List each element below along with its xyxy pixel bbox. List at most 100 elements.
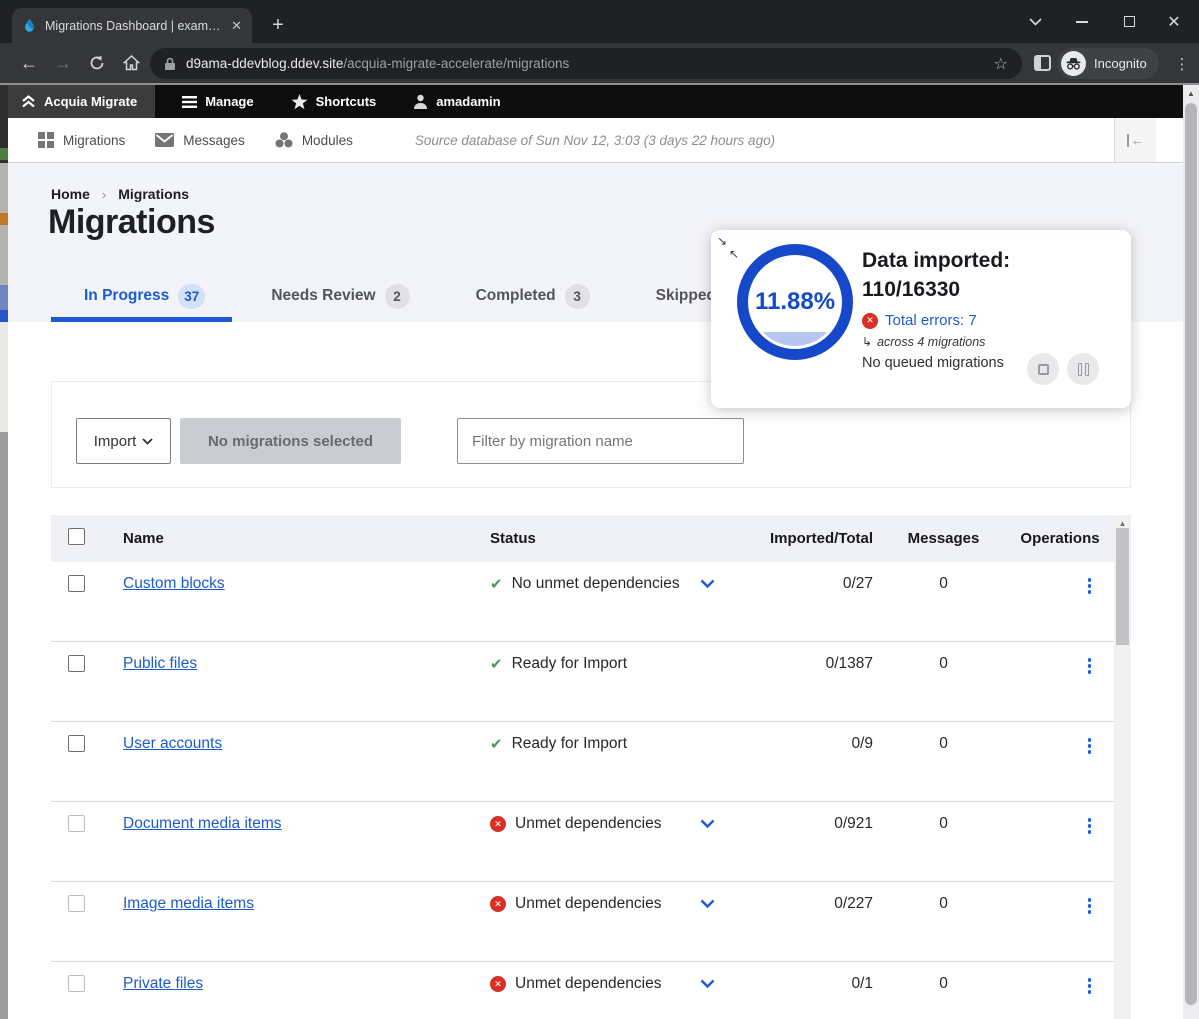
toolbar-item-manage[interactable]: Manage: [172, 94, 263, 109]
pause-import-button[interactable]: [1067, 353, 1099, 385]
row-checkbox[interactable]: [68, 895, 85, 912]
no-migrations-selected-button: No migrations selected: [180, 418, 401, 464]
status-chevron-icon[interactable]: [700, 899, 715, 909]
toolbar-item-modules[interactable]: Modules: [275, 132, 353, 148]
imported-total-cell: 0/9: [741, 735, 881, 753]
tab-close-icon[interactable]: ✕: [231, 18, 242, 34]
header-messages: Messages: [881, 530, 1006, 547]
star-icon: [291, 94, 308, 110]
row-checkbox[interactable]: [68, 815, 85, 832]
migration-name-link[interactable]: Private files: [123, 975, 203, 992]
status-label: Unmet dependencies: [515, 975, 662, 993]
status-ok-icon: ✔: [490, 735, 503, 753]
row-checkbox[interactable]: [68, 575, 85, 592]
row-checkbox[interactable]: [68, 655, 85, 672]
scrollbar-up-arrow-icon[interactable]: ▲: [1114, 519, 1131, 528]
table-row: Private files ✔ ✕ Unmet dependencies 0/1…: [51, 962, 1114, 1019]
tab-count-badge: 3: [565, 284, 590, 309]
row-operations-menu[interactable]: [1085, 815, 1095, 837]
row-operations-menu[interactable]: [1085, 575, 1095, 597]
stop-import-button[interactable]: [1027, 353, 1059, 385]
imported-total-cell: 0/1: [741, 975, 881, 993]
table-scrollbar[interactable]: ▲: [1114, 515, 1131, 1019]
table-row: Image media items ✔ ✕ Unmet dependencies…: [51, 882, 1114, 962]
select-all-checkbox[interactable]: [68, 528, 85, 545]
toolbar-item-migrations[interactable]: Migrations: [38, 132, 125, 148]
incognito-label: Incognito: [1094, 56, 1147, 71]
migration-name-link[interactable]: User accounts: [123, 735, 222, 752]
status-chevron-icon[interactable]: [700, 979, 715, 989]
new-tab-button[interactable]: +: [264, 11, 292, 39]
tab-label: Completed: [476, 287, 556, 305]
table-row: User accounts ✔ ✕ Ready for Import 0/9 0: [51, 722, 1114, 802]
forward-button[interactable]: →: [46, 46, 80, 80]
total-errors-link[interactable]: Total errors: 7: [885, 312, 977, 329]
bookmark-star-icon[interactable]: ☆: [994, 54, 1008, 74]
table-scrollbar-thumb[interactable]: [1116, 528, 1129, 645]
window-maximize-button[interactable]: [1107, 0, 1151, 43]
table-row: Custom blocks ✔ ✕ No unmet dependencies …: [51, 562, 1114, 642]
migration-name-link[interactable]: Custom blocks: [123, 575, 225, 592]
status-chevron-icon[interactable]: [700, 579, 715, 589]
window-minimize-button[interactable]: [1060, 0, 1104, 43]
tab-label: Skipped: [656, 287, 716, 305]
tab-completed[interactable]: Completed 3: [443, 274, 623, 318]
window-close-button[interactable]: ✕: [1152, 0, 1196, 43]
tab-title: Migrations Dashboard | example: [45, 19, 223, 33]
reload-button[interactable]: [80, 46, 114, 80]
status-label: No unmet dependencies: [512, 575, 680, 593]
url-text: d9ama-ddevblog.ddev.site/acquia-migrate-…: [186, 56, 984, 71]
migration-tabs: In Progress 37 Needs Review 2 Completed …: [51, 274, 783, 318]
migration-name-link[interactable]: Image media items: [123, 895, 254, 912]
error-icon: ✕: [862, 313, 878, 329]
row-operations-menu[interactable]: [1085, 655, 1095, 677]
filter-input[interactable]: [457, 418, 744, 464]
row-checkbox[interactable]: [68, 975, 85, 992]
home-button[interactable]: [114, 46, 148, 80]
side-panel-icon[interactable]: [1034, 55, 1051, 71]
toolbar-item-user[interactable]: amadamin: [403, 94, 510, 109]
tab-label: Needs Review: [271, 287, 375, 305]
acquia-migrate-brand[interactable]: Acquia Migrate: [8, 85, 155, 118]
page-title: Migrations: [48, 203, 215, 242]
table-row: Public files ✔ ✕ Ready for Import 0/1387…: [51, 642, 1114, 722]
browser-menu-icon[interactable]: ⋮: [1168, 48, 1196, 79]
row-checkbox[interactable]: [68, 735, 85, 752]
back-button[interactable]: ←: [12, 46, 46, 80]
messages-cell: 0: [881, 655, 1006, 673]
progress-ring: 11.88%: [737, 244, 853, 360]
row-operations-menu[interactable]: [1085, 895, 1095, 917]
status-chevron-icon[interactable]: [700, 819, 715, 829]
url-bar[interactable]: d9ama-ddevblog.ddev.site/acquia-migrate-…: [150, 48, 1022, 79]
messages-cell: 0: [881, 975, 1006, 993]
status-ok-icon: ✔: [490, 655, 503, 673]
collapse-arrow-icon: ←: [1131, 133, 1145, 147]
grid-icon: [38, 132, 54, 148]
tab-label: In Progress: [84, 287, 169, 305]
scrollbar-up-arrow-icon[interactable]: ▲: [1183, 89, 1199, 98]
import-dropdown-button[interactable]: Import: [76, 418, 171, 464]
background-window-sliver: [0, 285, 8, 310]
breadcrumb-current: Migrations: [118, 186, 189, 202]
collapse-card-icon[interactable]: ↖: [729, 248, 739, 260]
collapse-card-icon[interactable]: ↘: [717, 235, 727, 247]
toolbar-item-shortcuts[interactable]: Shortcuts: [281, 94, 387, 110]
row-operations-menu[interactable]: [1085, 975, 1095, 997]
drupal-admin-toolbar: Acquia Migrate Manage Shortcuts amadamin: [8, 85, 1183, 118]
breadcrumb-home-link[interactable]: Home: [51, 186, 90, 202]
tab-search-chevron-icon[interactable]: [1013, 0, 1057, 43]
page-scrollbar-thumb[interactable]: [1185, 103, 1197, 1005]
row-operations-menu[interactable]: [1085, 735, 1095, 757]
migration-name-link[interactable]: Public files: [123, 655, 197, 672]
toolbar-collapse-button[interactable]: ←: [1114, 118, 1156, 162]
browser-tab[interactable]: Migrations Dashboard | example ✕: [12, 8, 252, 43]
page-scrollbar[interactable]: ▲: [1183, 85, 1199, 1019]
across-label: across 4 migrations: [877, 335, 985, 349]
status-label: Unmet dependencies: [515, 815, 662, 833]
tab-needs-review[interactable]: Needs Review 2: [238, 274, 442, 318]
drupal-favicon-icon: [22, 18, 37, 33]
toolbar-item-messages[interactable]: Messages: [155, 133, 245, 148]
status-label: Ready for Import: [512, 655, 627, 673]
migration-name-link[interactable]: Document media items: [123, 815, 282, 832]
tab-in-progress[interactable]: In Progress 37: [51, 274, 238, 318]
